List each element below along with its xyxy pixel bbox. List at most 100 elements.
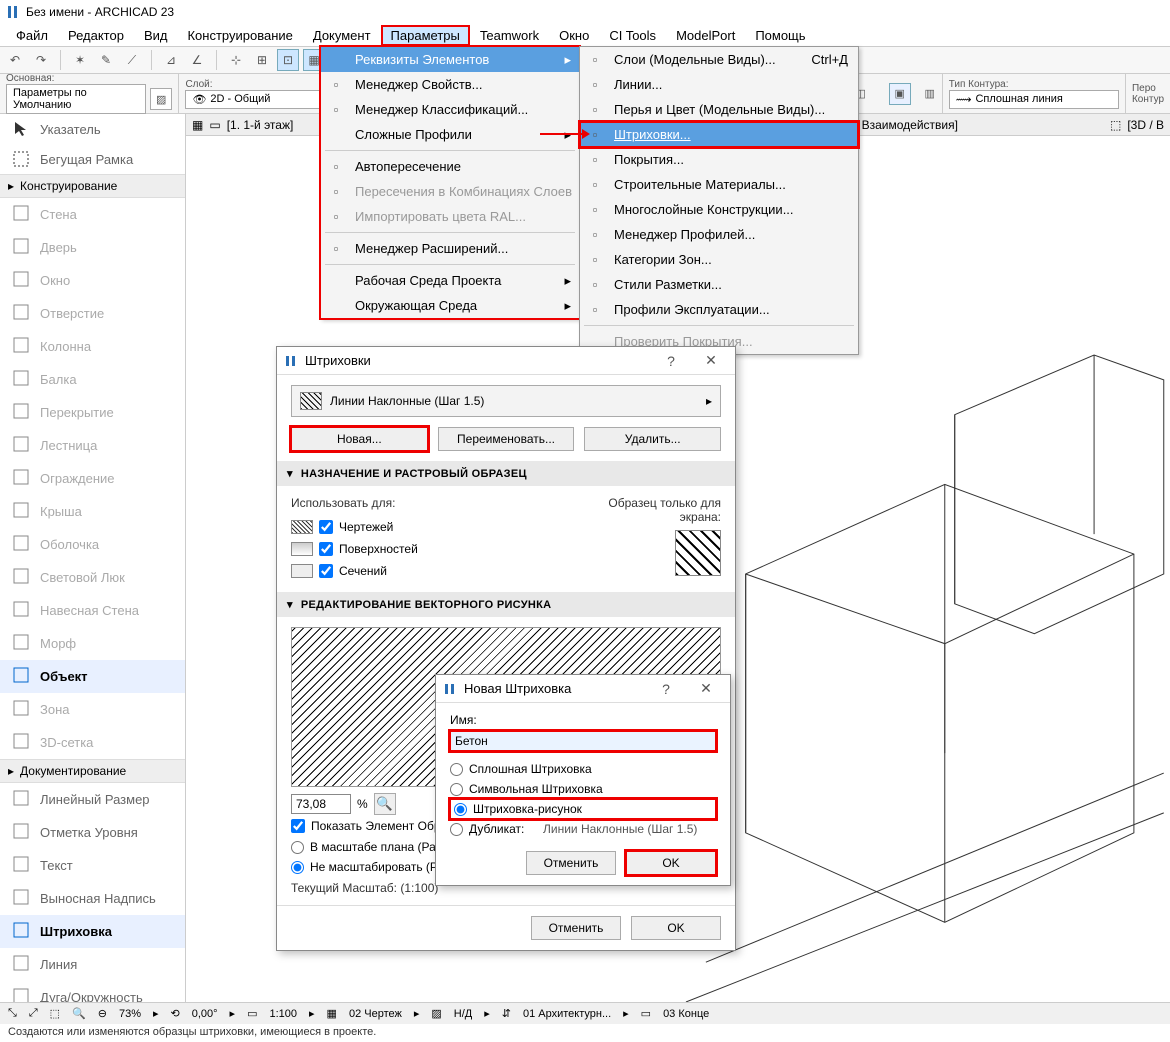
section-purpose[interactable]: ▾ НАЗНАЧЕНИЕ И РАСТРОВЫЙ ОБРАЗЕЦ: [277, 461, 735, 486]
ortho-icon[interactable]: ⊿: [160, 49, 182, 71]
menu-окно[interactable]: Окно: [549, 25, 599, 46]
tool-Лестница[interactable]: Лестница: [0, 429, 185, 462]
menuitem[interactable]: Окружающая Среда▸: [321, 293, 579, 318]
tool-Линия[interactable]: Линия: [0, 948, 185, 981]
tab-3d[interactable]: [3D / В: [1127, 118, 1164, 132]
menu-конструирование[interactable]: Конструирование: [177, 25, 302, 46]
menuitem[interactable]: ▫Менеджер Расширений...: [321, 236, 579, 261]
tool-Навесная Стена[interactable]: Навесная Стена: [0, 594, 185, 627]
status-cursor-icon[interactable]: ⤡: [8, 1007, 17, 1020]
new-button[interactable]: Новая...: [291, 427, 428, 451]
percent-input[interactable]: [291, 794, 351, 814]
tool-Линейный Размер[interactable]: Линейный Размер: [0, 783, 185, 816]
view-icon2[interactable]: ▣: [889, 83, 911, 105]
tab-3d-icon[interactable]: ⬚: [1110, 118, 1121, 132]
menuitem[interactable]: ▫Линии...: [580, 72, 858, 97]
help-icon[interactable]: ?: [650, 677, 682, 701]
menu-attributes-dropdown[interactable]: ▫Слои (Модельные Виды)...Ctrl+Д▫Линии...…: [579, 46, 859, 355]
menu-modelport[interactable]: ModelPort: [666, 25, 745, 46]
menuitem[interactable]: ▫Покрытия...: [580, 147, 858, 172]
tool-Балка[interactable]: Балка: [0, 363, 185, 396]
menu-вид[interactable]: Вид: [134, 25, 178, 46]
tab-grid-icon[interactable]: ▦: [192, 118, 203, 132]
tool-3D-сетка[interactable]: 3D-сетка: [0, 726, 185, 759]
snap3-icon[interactable]: ⊡: [277, 49, 299, 71]
radio-symbol[interactable]: Символьная Штриховка: [450, 779, 716, 799]
status-zoomfit-icon[interactable]: ⤢: [29, 1007, 38, 1020]
status-draw-icon[interactable]: ▦: [327, 1007, 337, 1020]
menu-teamwork[interactable]: Teamwork: [470, 25, 549, 46]
status-hd[interactable]: Н/Д: [454, 1008, 472, 1020]
view-icon3[interactable]: ▥: [919, 83, 941, 105]
menu-помощь[interactable]: Помощь: [745, 25, 815, 46]
tab-floor[interactable]: [1. 1-й этаж]: [227, 118, 294, 132]
menuitem[interactable]: Рабочая Среда Проекта▸: [321, 268, 579, 293]
status-rot-icon[interactable]: ⟲: [171, 1007, 180, 1020]
radio-image[interactable]: Штриховка-рисунок: [450, 799, 716, 819]
tool-Окно[interactable]: Окно: [0, 264, 185, 297]
section-edit-vector[interactable]: ▾ РЕДАКТИРОВАНИЕ ВЕКТОРНОГО РИСУНКА: [277, 592, 735, 617]
menu-документ[interactable]: Документ: [303, 25, 381, 46]
close-icon[interactable]: ✕: [690, 677, 722, 701]
tool-Выносная Надпись[interactable]: Выносная Надпись: [0, 882, 185, 915]
delete-button[interactable]: Удалить...: [584, 427, 721, 451]
zoom-icon[interactable]: 🔍: [374, 793, 396, 815]
menuitem[interactable]: ▫Автопересечение: [321, 154, 579, 179]
tool-Штриховка[interactable]: Штриховка: [0, 915, 185, 948]
linetype-select[interactable]: ⟿ Сплошная линия: [949, 90, 1119, 109]
rename-button[interactable]: Переименовать...: [438, 427, 575, 451]
sample-swatch[interactable]: [675, 530, 721, 576]
close-icon[interactable]: ✕: [695, 349, 727, 373]
cancel-button[interactable]: Отменить: [526, 851, 616, 875]
menu-ci tools[interactable]: CI Tools: [599, 25, 666, 46]
tool-Колонна[interactable]: Колонна: [0, 330, 185, 363]
snap1-icon[interactable]: ⊹: [225, 49, 247, 71]
status-scale-icon[interactable]: ▭: [247, 1007, 257, 1020]
help-icon[interactable]: ?: [655, 349, 687, 373]
menuitem[interactable]: ▫Профили Эксплуатации...: [580, 297, 858, 322]
snap2-icon[interactable]: ⊞: [251, 49, 273, 71]
status-zoomout-icon[interactable]: ⊖: [98, 1007, 107, 1020]
layer-select[interactable]: 👁 2D - Общий: [185, 90, 335, 109]
tool-Отверстие[interactable]: Отверстие: [0, 297, 185, 330]
tool-Дуга/Окружность[interactable]: Дуга/Окружность: [0, 981, 185, 1002]
menuitem[interactable]: ▫Штриховки...: [580, 122, 858, 147]
current-fill-select[interactable]: Линии Наклонные (Шаг 1.5) ▸: [291, 385, 721, 417]
menuitem[interactable]: ▫Строительные Материалы...: [580, 172, 858, 197]
status-conc[interactable]: 03 Конце: [663, 1008, 709, 1020]
defaults-button[interactable]: Параметры по Умолчанию: [6, 84, 146, 114]
toolbox-group[interactable]: ▸Конструирование: [0, 174, 185, 198]
tool-Текст[interactable]: Текст: [0, 849, 185, 882]
tool-Стена[interactable]: Стена: [0, 198, 185, 231]
tool-pointer[interactable]: Указатель: [0, 114, 185, 144]
menuitem[interactable]: ▫Категории Зон...: [580, 247, 858, 272]
undo-icon[interactable]: ↶: [4, 49, 26, 71]
status-zoomin-icon[interactable]: 🔍: [72, 1007, 86, 1020]
radio-duplicate[interactable]: Дубликат: Линии Наклонные (Шаг 1.5): [450, 819, 716, 839]
status-hd-icon[interactable]: ▨: [431, 1007, 441, 1020]
tool-Дверь[interactable]: Дверь: [0, 231, 185, 264]
dialog-fills-title-bar[interactable]: Штриховки ? ✕: [277, 347, 735, 375]
eyedrop-icon[interactable]: ✎: [95, 49, 117, 71]
radio-solid[interactable]: Сплошная Штриховка: [450, 759, 716, 779]
chk-sections[interactable]: Сечений: [291, 560, 551, 582]
tool-Оболочка[interactable]: Оболочка: [0, 528, 185, 561]
hatch-pick-icon[interactable]: ▨: [150, 88, 172, 110]
menuitem[interactable]: ▫Менеджер Классификаций...: [321, 97, 579, 122]
name-input[interactable]: [450, 731, 716, 751]
menuitem[interactable]: ▫Менеджер Профилей...: [580, 222, 858, 247]
status-arch-icon[interactable]: ⇵: [502, 1007, 511, 1020]
status-scale[interactable]: 1:100: [269, 1008, 297, 1020]
menu-редактор[interactable]: Редактор: [58, 25, 134, 46]
measure-icon[interactable]: ⟋: [121, 49, 143, 71]
ok-button[interactable]: OK: [631, 916, 721, 940]
chk-drawings[interactable]: Чертежей: [291, 516, 551, 538]
ok-button[interactable]: OK: [626, 851, 716, 875]
dialog-new-title-bar[interactable]: Новая Штриховка ? ✕: [436, 675, 730, 703]
tool-Отметка Уровня[interactable]: Отметка Уровня: [0, 816, 185, 849]
chk-surfaces[interactable]: Поверхностей: [291, 538, 551, 560]
menuitem[interactable]: ▫Стили Разметки...: [580, 272, 858, 297]
status-zoom[interactable]: 73%: [119, 1008, 141, 1020]
menuitem[interactable]: ▫Перья и Цвет (Модельные Виды)...: [580, 97, 858, 122]
tool-Ограждение[interactable]: Ограждение: [0, 462, 185, 495]
